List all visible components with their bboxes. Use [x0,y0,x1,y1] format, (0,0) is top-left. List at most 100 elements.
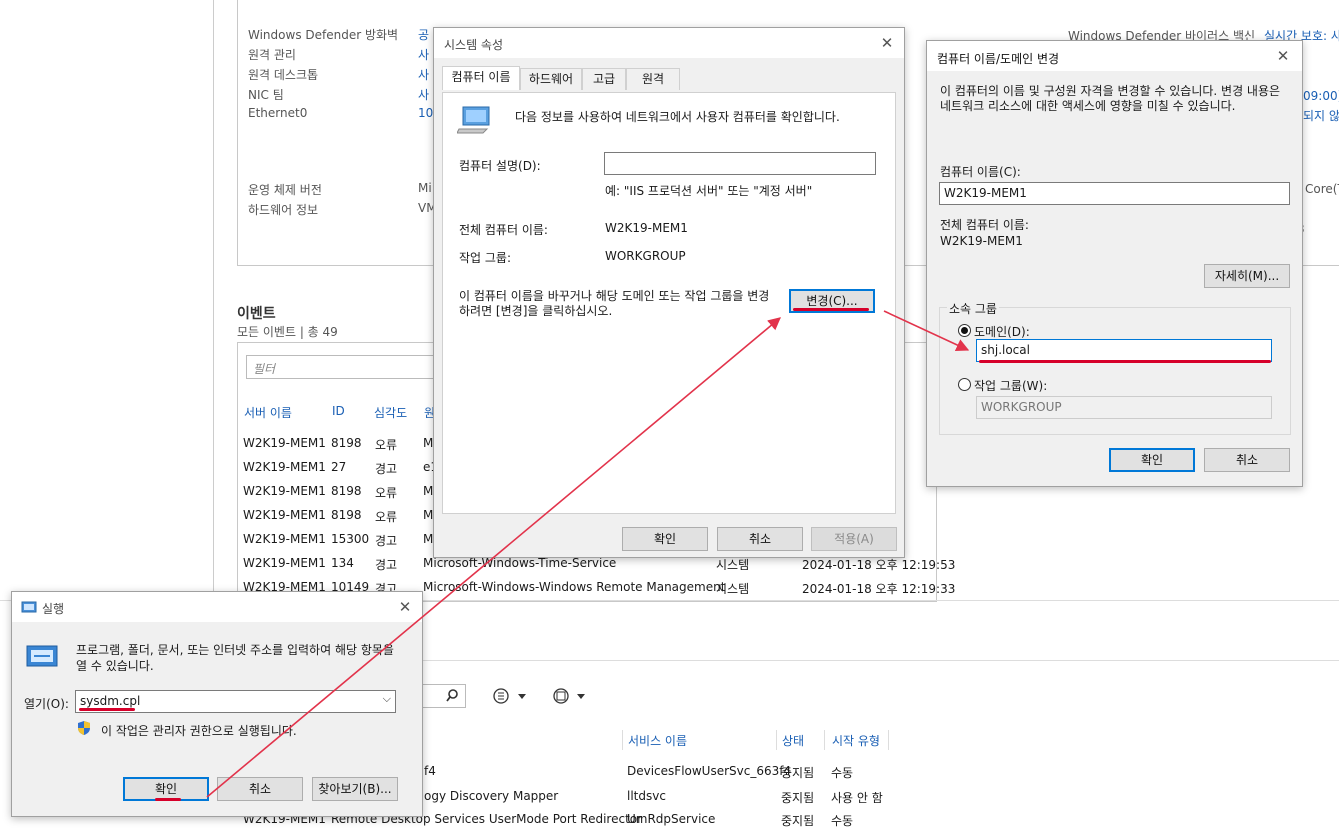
col-id[interactable]: ID [332,404,345,418]
workgroup-radio[interactable] [958,378,971,391]
workgroup-input: WORKGROUP [976,396,1272,419]
cell-server: W2K19-MEM1 [243,460,326,474]
annotation-underline [155,798,181,801]
table-row[interactable]: W2K19-MEM1 134 경고 Microsoft-Windows-Time-Se… [0,556,955,574]
full-name-label: 전체 컴퓨터 이름: [459,223,548,237]
list-options-icon[interactable] [492,686,532,706]
cell-id: 27 [331,460,347,474]
tab-remote[interactable]: 원격 [626,68,680,90]
col-start-type[interactable]: 시작 유형 [832,732,880,749]
admin-note: 이 작업은 관리자 권한으로 실행됩니다. [101,724,297,738]
computer-name-label: 컴퓨터 이름(C): [940,165,1021,179]
col-status[interactable]: 상태 [782,732,804,749]
close-icon[interactable]: ✕ [1272,45,1294,67]
dialog-titlebar: 컴퓨터 이름/도메인 변경 ✕ [927,41,1302,71]
open-value: sysdm.cpl [80,694,141,708]
close-icon[interactable]: ✕ [394,596,416,618]
cell-sev: 오류 [375,510,398,524]
shield-icon [77,720,91,736]
cell-sev: 오류 [375,438,398,452]
cell-id: 8198 [331,436,362,450]
services-col-divider [622,730,623,750]
dialog-title: 컴퓨터 이름/도메인 변경 [937,52,1060,66]
run-icon [24,642,60,672]
right-fragment: 되지 않 [1303,109,1339,123]
col-severity[interactable]: 심각도 [374,404,407,421]
more-button[interactable]: 자세히(M)... [1204,264,1290,288]
dialog-title: 실행 [42,602,65,616]
cell-id: 8198 [331,508,362,522]
cancel-button[interactable]: 취소 [717,527,803,551]
cell-id: 15300 [331,532,370,546]
run-dialog: 실행 ✕ 프로그램, 폴더, 문서, 또는 인터넷 주소를 입력하여 해당 항목… [11,591,423,817]
computer-icon [456,105,493,135]
search-icon[interactable] [446,688,462,704]
domain-input[interactable]: shj.local [976,339,1272,362]
domain-label: 도메인(D): [974,325,1030,339]
cell-server: W2K19-MEM1 [243,508,326,522]
cell-id: 134 [331,556,354,570]
run-description: 프로그램, 폴더, 문서, 또는 인터넷 주소를 입력하여 해당 항목을 열 수… [76,643,394,673]
cell-cat: 시스템 [716,582,750,596]
services-col-divider [824,730,825,750]
description-input[interactable] [604,152,876,175]
col-server[interactable]: 서버 이름 [244,404,292,421]
browse-button[interactable]: 찾아보기(B)... [312,777,398,801]
tab-computer-name[interactable]: 컴퓨터 이름 [442,66,520,90]
cell-cat: 시스템 [716,558,750,572]
events-title: 이벤트 [237,306,276,322]
full-name-label: 전체 컴퓨터 이름: [940,218,1029,232]
full-name-value: W2K19-MEM1 [940,234,1023,248]
dialog-title: 시스템 속성 [444,38,504,52]
ok-button[interactable]: 확인 [622,527,708,551]
cell-time: 2024-01-18 오후 12:19:33 [802,582,956,596]
rename-intro: 이 컴퓨터의 이름 및 구성원 자격을 변경할 수 있습니다. 변경 내용은 네… [940,84,1281,113]
tab-strip: 컴퓨터 이름 하드웨어 고급 원격 [442,66,898,92]
rename-dialog: 컴퓨터 이름/도메인 변경 ✕ 이 컴퓨터의 이름 및 구성원 자격을 변경할 … [926,40,1303,487]
cell-server: W2K19-MEM1 [243,484,326,498]
cell-server: W2K19-MEM1 [243,532,326,546]
cell-src: M [423,532,434,546]
annotation-underline [793,308,869,311]
intro-text: 다음 정보를 사용하여 네트워크에서 사용자 컴퓨터를 확인합니다. [515,110,840,124]
chevron-down-icon[interactable]: ⌵ [383,692,391,706]
filter-input[interactable]: 필터 [246,355,446,379]
cell-server: W2K19-MEM1 [243,556,326,570]
description-label: 컴퓨터 설명(D): [459,159,541,173]
tab-hardware[interactable]: 하드웨어 [520,68,582,90]
cell-src: M [423,436,434,450]
full-name-value: W2K19-MEM1 [605,221,688,235]
workgroup-value: WORKGROUP [605,249,686,263]
member-of-label: 소속 그룹 [947,300,999,317]
save-query-icon[interactable] [550,686,590,706]
open-label: 열기(O): [24,697,69,711]
cell-src: M [423,508,434,522]
close-icon[interactable]: ✕ [876,32,898,54]
cancel-button[interactable]: 취소 [217,777,303,801]
cell-src: Microsoft-Windows-Windows Remote Managem… [423,580,726,594]
services-header: 서비스 이름 상태 시작 유형 [628,732,898,750]
cell-server: W2K19-MEM1 [243,436,326,450]
ok-button[interactable]: 확인 [1109,448,1195,472]
cell-time: 2024-01-18 오후 12:19:53 [802,558,956,572]
tab-advanced[interactable]: 고급 [582,68,626,90]
tab-content: 다음 정보를 사용하여 네트워크에서 사용자 컴퓨터를 확인합니다. 컴퓨터 설… [442,92,896,514]
services-col-divider [776,730,777,750]
apply-button[interactable]: 적용(A) [811,527,897,551]
col-service-name[interactable]: 서비스 이름 [628,732,687,749]
workgroup-label: 작업 그룹: [459,251,512,265]
cell-src: M [423,484,434,498]
dialog-titlebar: 시스템 속성 ✕ [434,28,904,58]
computer-name-input[interactable]: W2K19-MEM1 [939,182,1290,205]
cell-sev: 오류 [375,486,398,500]
cell-src: Microsoft-Windows-Time-Service [423,556,617,570]
domain-radio[interactable] [958,324,971,337]
dialog-titlebar: 실행 ✕ [12,592,422,622]
system-properties-dialog: 시스템 속성 ✕ 컴퓨터 이름 하드웨어 고급 원격 다음 정보를 사용하여 네… [433,27,905,558]
cell-sev: 경고 [375,558,398,572]
services-col-divider [888,730,889,750]
annotation-underline [979,360,1271,363]
cancel-button[interactable]: 취소 [1204,448,1290,472]
filter-placeholder: 필터 [253,362,276,376]
cell-sev: 경고 [375,462,398,476]
